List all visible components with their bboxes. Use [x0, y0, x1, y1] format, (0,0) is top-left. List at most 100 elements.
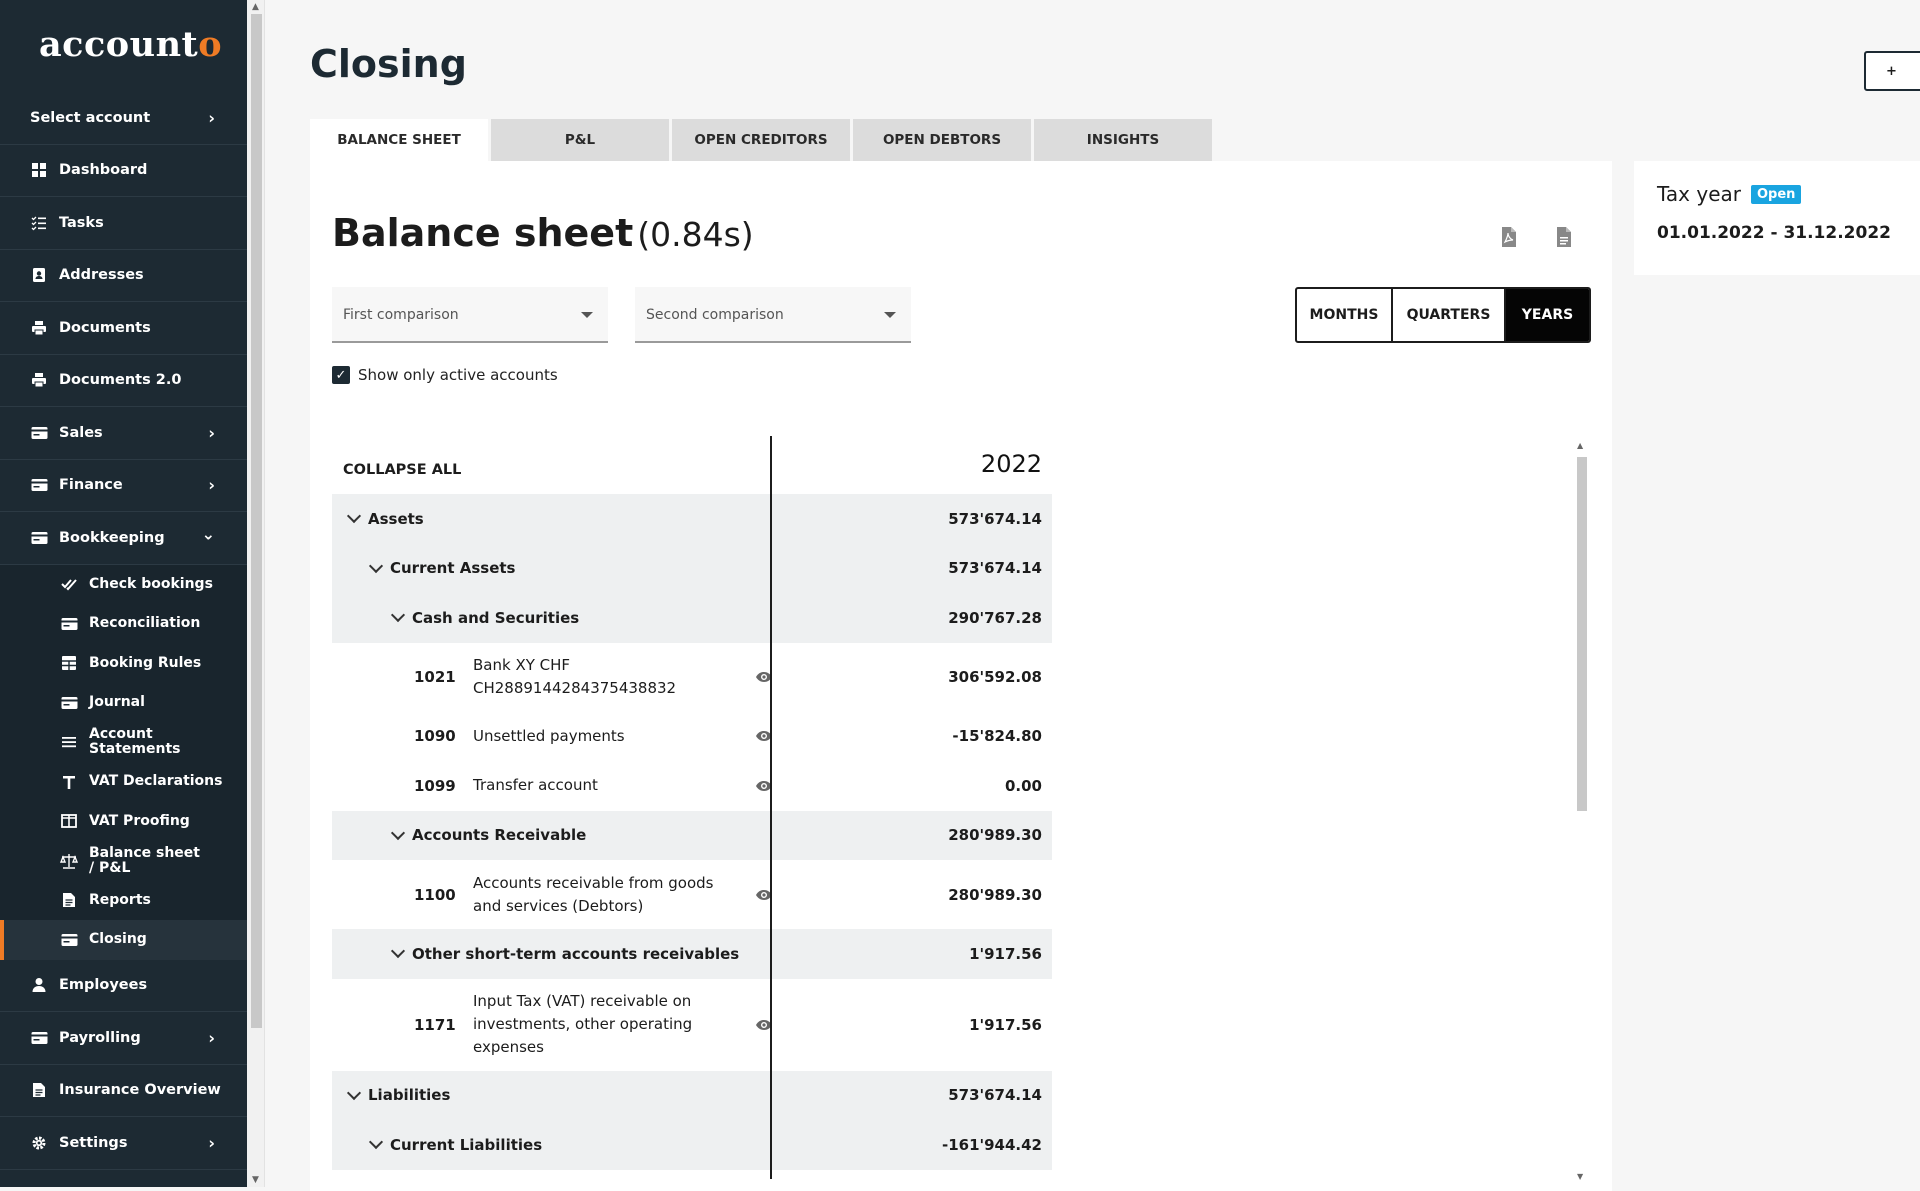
- row-value: 0.00: [1004, 776, 1042, 795]
- tab-open-creditors[interactable]: OPEN CREDITORS: [672, 119, 850, 161]
- sidebar-item-documents-2-0[interactable]: Documents 2.0: [0, 355, 247, 407]
- sidebar-item-tasks[interactable]: Tasks: [0, 197, 247, 250]
- chevron-down-icon[interactable]: [368, 1135, 384, 1150]
- sidebar-item-payrolling[interactable]: Payrolling ›: [0, 1012, 247, 1065]
- tab-open-debtors[interactable]: OPEN DEBTORS: [853, 119, 1031, 161]
- account-name: Transfer account: [473, 776, 598, 795]
- sidebar-item-balance-sheet-p-l[interactable]: Balance sheet / P&L: [0, 841, 247, 881]
- tax-year-card: Tax year Open 01.01.2022 - 31.12.2022: [1634, 161, 1920, 275]
- sidebar-item-label: Sales: [59, 424, 103, 441]
- account-number: 1099: [414, 776, 456, 795]
- table-row[interactable]: 1171 Input Tax (VAT) receivable on invest…: [332, 978, 1052, 1071]
- sidebar-item-bookkeeping[interactable]: Bookkeeping ⌄: [0, 512, 247, 565]
- table-row[interactable]: Cash and Securities 290'767.28: [332, 593, 1052, 643]
- sidebar-item-account-statements[interactable]: Account Statements: [0, 723, 247, 763]
- account-number: 1090: [414, 727, 456, 746]
- sidebar-item-reconciliation[interactable]: Reconciliation: [0, 604, 247, 644]
- pdf-export-icon[interactable]: [1500, 226, 1518, 248]
- table-row[interactable]: 1021 Bank XY CHF CH2889144284375438832 306…: [332, 642, 1052, 712]
- chevron-down-icon[interactable]: [346, 509, 362, 524]
- chevron-down-icon[interactable]: [346, 1085, 362, 1100]
- sidebar-item-closing[interactable]: Closing: [0, 920, 247, 960]
- sidebar-item-label: Account Statements: [89, 726, 181, 758]
- scroll-up-icon[interactable]: ▲: [252, 2, 259, 12]
- chevron-icon: ›: [208, 108, 215, 128]
- table-row[interactable]: Other short-term accounts receivables 1'9…: [332, 929, 1052, 979]
- sidebar-item-vat-proofing[interactable]: VAT Proofing: [0, 802, 247, 842]
- chevron-down-icon[interactable]: [368, 558, 384, 573]
- table-row[interactable]: Accounts Receivable 280'989.30: [332, 810, 1052, 860]
- table-row[interactable]: Liabilities 573'674.14: [332, 1070, 1052, 1120]
- scroll-up-icon[interactable]: ▲: [1577, 441, 1583, 450]
- sidebar-item-label: Documents: [59, 319, 151, 336]
- sidebar-item-label: Employees: [59, 977, 148, 994]
- card-icon: [30, 476, 48, 494]
- sidebar-item-label: Booking Rules: [89, 654, 202, 671]
- period-toggle: MONTHS QUARTERS YEARS: [1295, 287, 1591, 343]
- sidebar-item-employees[interactable]: Employees: [0, 960, 247, 1012]
- sidebar-item-settings[interactable]: Settings ›: [0, 1117, 247, 1170]
- months-button[interactable]: MONTHS: [1297, 289, 1393, 341]
- sidebar-item-check-bookings[interactable]: Check bookings: [0, 565, 247, 605]
- table-row[interactable]: 1100 Accounts receivable from goods and s…: [332, 860, 1052, 929]
- sidebar-item-journal[interactable]: Journal: [0, 683, 247, 723]
- tab-insights[interactable]: INSIGHTS: [1034, 119, 1212, 161]
- table-row[interactable]: 1099 Transfer account 0.00: [332, 761, 1052, 811]
- chevron-down-icon[interactable]: [390, 825, 406, 840]
- sidebar-item-label: Bookkeeping: [59, 529, 165, 546]
- sidebar-item-sales[interactable]: Sales ›: [0, 407, 247, 460]
- chevron-icon: ⌄: [201, 524, 215, 544]
- load-time: (0.84s): [637, 215, 754, 254]
- account-number: 1100: [414, 885, 456, 904]
- scrollbar-thumb[interactable]: [251, 14, 262, 1028]
- sidebar-item-documents[interactable]: Documents: [0, 302, 247, 355]
- row-value: 1'917.56: [969, 944, 1042, 963]
- account-name: Unsettled payments: [473, 726, 625, 745]
- table-scrollbar[interactable]: ▲ ▼: [1574, 439, 1589, 1181]
- report-icon: [30, 1081, 48, 1099]
- sidebar-item-vat-declarations[interactable]: VAT Declarations: [0, 762, 247, 802]
- table-row[interactable]: Current Assets 573'674.14: [332, 543, 1052, 593]
- sidebar-item-select-account[interactable]: Select account ›: [0, 92, 247, 145]
- printer-icon: [30, 319, 48, 337]
- sidebar-scrollbar[interactable]: ▲ ▼: [247, 0, 265, 1187]
- card-icon: [30, 1029, 48, 1047]
- sidebar-item-addresses[interactable]: Addresses: [0, 250, 247, 302]
- checkmark-icon: ✓: [332, 366, 350, 384]
- scrollbar-thumb[interactable]: [1577, 457, 1587, 811]
- first-comparison-select[interactable]: First comparison: [332, 287, 608, 343]
- sidebar-item-booking-rules[interactable]: Booking Rules: [0, 644, 247, 684]
- active-accounts-checkbox[interactable]: ✓ Show only active accounts: [332, 366, 558, 384]
- sidebar-item-dashboard[interactable]: Dashboard: [0, 145, 247, 197]
- chevron-down-icon[interactable]: [390, 608, 406, 623]
- collapse-all-button[interactable]: COLLAPSE ALL: [343, 462, 461, 478]
- row-value: 306'592.08: [948, 668, 1042, 686]
- sidebar-item-reports[interactable]: Reports: [0, 881, 247, 921]
- sidebar-item-finance[interactable]: Finance ›: [0, 460, 247, 512]
- report-icon: [60, 891, 78, 909]
- chevron-icon: ›: [208, 1028, 215, 1048]
- table-row[interactable]: 1090 Unsettled payments -15'824.80: [332, 711, 1052, 761]
- check-icon: [60, 575, 78, 593]
- table-row[interactable]: Assets 573'674.14: [332, 494, 1052, 544]
- chevron-icon: ›: [208, 423, 215, 443]
- table-row[interactable]: Current Liabilities -161'944.42: [332, 1120, 1052, 1170]
- years-button[interactable]: YEARS: [1506, 289, 1589, 341]
- quarters-button[interactable]: QUARTERS: [1393, 289, 1506, 341]
- second-comparison-select[interactable]: Second comparison: [635, 287, 911, 343]
- scroll-down-icon[interactable]: ▼: [252, 1175, 259, 1185]
- add-button[interactable]: +: [1864, 51, 1920, 91]
- csv-export-icon[interactable]: [1555, 226, 1573, 248]
- chevron-down-icon[interactable]: [390, 944, 406, 959]
- accounto-logo[interactable]: accounto: [39, 24, 222, 65]
- sidebar-nav: Select account › Dashboard Tasks Addresses Do…: [0, 92, 247, 1170]
- sidebar-item-label: Tasks: [59, 214, 104, 231]
- group-label: Other short-term accounts receivables: [412, 944, 740, 963]
- tab-p-l[interactable]: P&L: [491, 119, 669, 161]
- sidebar-item-label: Balance sheet / P&L: [89, 844, 200, 876]
- sidebar-item-insurance-overview[interactable]: Insurance Overview: [0, 1065, 247, 1117]
- balance-sheet-title: Balance sheet (0.84s): [332, 211, 754, 255]
- row-value: 280'989.30: [948, 885, 1042, 904]
- scroll-down-icon[interactable]: ▼: [1577, 1172, 1583, 1181]
- tab-balance-sheet[interactable]: BALANCE SHEET: [310, 119, 488, 161]
